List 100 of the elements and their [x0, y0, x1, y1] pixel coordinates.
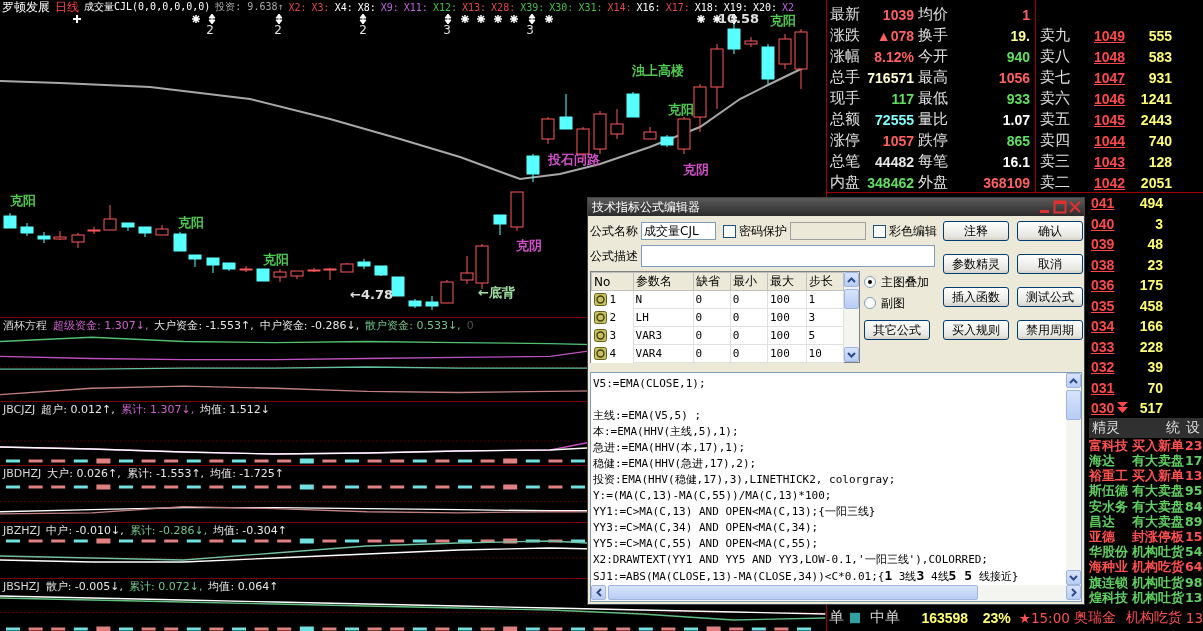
dialog-button[interactable]: 测试公式: [1017, 287, 1083, 307]
alert-type[interactable]: 买入新单: [1132, 437, 1185, 453]
stock-name[interactable]: 安水务: [1089, 498, 1132, 514]
stock-name[interactable]: 富科技: [1089, 437, 1132, 453]
indicator-value: X14:: [607, 1, 632, 13]
dialog-button[interactable]: 确认: [1017, 221, 1083, 241]
alert-count[interactable]: 15: [1185, 528, 1203, 545]
quote-label: 外盘: [917, 173, 949, 192]
histogram-bar: [480, 627, 495, 631]
histogram-bar: [525, 485, 540, 489]
candlestick: [710, 43, 724, 110]
histogram-bar: [73, 459, 88, 463]
alert-count[interactable]: 84: [1185, 498, 1203, 514]
stock-name[interactable]: 海达: [1089, 453, 1132, 469]
scrollbar-thumb[interactable]: [844, 289, 859, 309]
alert-type[interactable]: 机构吐货: [1132, 589, 1185, 605]
alert-count[interactable]: 13: [1185, 589, 1203, 605]
stock-name[interactable]: 海种业: [1089, 559, 1132, 575]
panel-tab[interactable]: 设: [1183, 418, 1203, 437]
order-label: 卖六: [1040, 89, 1071, 108]
table-cell: 0: [695, 293, 703, 306]
period-label[interactable]: 日线: [55, 0, 79, 14]
formula-name-field[interactable]: 成交量CJL: [641, 222, 716, 240]
alert-count[interactable]: 95: [1185, 483, 1203, 499]
alert-type[interactable]: 封涨停板: [1132, 528, 1185, 545]
dialog-button[interactable]: 注释: [943, 221, 1009, 241]
checkbox[interactable]: [723, 224, 736, 238]
alert-type[interactable]: 有大卖盘: [1132, 453, 1185, 469]
alert-type[interactable]: 买入新单: [1132, 468, 1185, 484]
alert-type[interactable]: 机构吐货: [1132, 544, 1185, 560]
table-cell: 0: [695, 347, 703, 360]
maximize-icon[interactable]: [1053, 200, 1067, 214]
quote-label: 换手: [917, 26, 949, 45]
scroll-down-button[interactable]: [844, 347, 859, 362]
quote-label: 涨停: [830, 131, 861, 150]
table-cell: 100: [769, 329, 790, 342]
order-price: 1046: [1094, 90, 1127, 107]
password-field[interactable]: [790, 222, 866, 240]
code-line: YY1:=C>MA(C,13) AND OPEN<MA(C,13);{一阳三线}: [593, 504, 877, 520]
scrollbar-thumb[interactable]: [1066, 390, 1081, 420]
radio-button[interactable]: [864, 297, 876, 309]
order-percent: 23%: [981, 609, 1011, 626]
order-label: 卖五: [1040, 110, 1071, 129]
stock-name[interactable]: 华股份: [1089, 544, 1132, 560]
scroll-up-button[interactable]: [1066, 373, 1081, 388]
alert-type[interactable]: 有大卖盘: [1132, 513, 1185, 529]
radio-label: 副图: [881, 294, 905, 312]
panel-tab[interactable]: 统: [1163, 418, 1183, 437]
checkbox[interactable]: [873, 224, 886, 238]
close-icon[interactable]: [1068, 200, 1082, 214]
histogram-bar: [412, 539, 427, 543]
code-editor[interactable]: [590, 372, 1082, 602]
dialog-button[interactable]: 取消: [1017, 254, 1083, 274]
scrollbar-thumb[interactable]: [608, 585, 978, 600]
alert-count[interactable]: 13: [1185, 468, 1203, 484]
alert-count[interactable]: 98: [1185, 574, 1203, 590]
order-volume: 70: [1146, 379, 1163, 396]
alert-type[interactable]: 机构吐货: [1132, 574, 1185, 590]
chevron-icon: [847, 351, 856, 358]
radio-button[interactable]: [864, 276, 876, 288]
dialog-button[interactable]: 禁用周期: [1017, 320, 1083, 340]
window-title: 技术指标公式编辑器: [592, 198, 701, 216]
candlestick: [643, 126, 657, 140]
scroll-right-button[interactable]: [1066, 585, 1081, 600]
alert-type[interactable]: 机构吃货: [1132, 559, 1185, 575]
stock-name[interactable]: 煌科技: [1089, 589, 1132, 605]
order-volume: 458: [1138, 297, 1163, 314]
histogram-bar: [299, 538, 314, 544]
stock-name[interactable]: 旗连锁: [1089, 574, 1132, 590]
quote-value: 1039: [881, 6, 914, 23]
alert-type[interactable]: 有大卖盘: [1132, 498, 1185, 514]
code-line: YY3:=C>MA(C,34) AND OPEN<MA(C,34);: [593, 520, 820, 536]
radio-label: 主图叠加: [881, 273, 929, 291]
dialog-button[interactable]: 买入规则: [943, 320, 1009, 340]
candlestick: [510, 191, 524, 232]
dialog-button[interactable]: 其它公式: [864, 320, 930, 340]
candlestick: [155, 224, 169, 236]
stock-name[interactable]: 昌达: [1089, 513, 1132, 529]
stock-name[interactable]: 亚德: [1089, 528, 1132, 545]
histogram-bar: [277, 539, 292, 543]
alert-type[interactable]: 有大卖盘: [1132, 483, 1185, 499]
dialog-button[interactable]: 参数精灵: [943, 254, 1009, 274]
dialog-button[interactable]: 插入函数: [943, 287, 1009, 307]
alert-count[interactable]: 23: [1185, 437, 1203, 453]
alert-count[interactable]: 17: [1185, 453, 1203, 469]
code-line: SJ1:=ABS(MA(CLOSE,13)-MA(CLOSE,34))<C*0.01;{1 3线3 4线5 5 线接近}: [593, 568, 1020, 585]
stock-name[interactable]: 斯伍德: [1089, 483, 1132, 499]
scroll-down-button[interactable]: [1066, 570, 1081, 585]
order-price: 036: [1091, 277, 1116, 294]
alert-count[interactable]: 64: [1185, 559, 1203, 575]
histogram-bar: [186, 485, 201, 489]
scroll-up-button[interactable]: [844, 272, 859, 287]
histogram-bar: [503, 626, 518, 631]
stock-name[interactable]: 裕重工: [1089, 468, 1132, 484]
scroll-left-button[interactable]: [591, 585, 606, 600]
alert-count[interactable]: 54: [1185, 544, 1203, 560]
histogram-bar: [412, 459, 427, 463]
alert-count[interactable]: 89: [1185, 513, 1203, 529]
description-field[interactable]: [641, 245, 935, 267]
quote-value: 716571: [866, 69, 914, 86]
